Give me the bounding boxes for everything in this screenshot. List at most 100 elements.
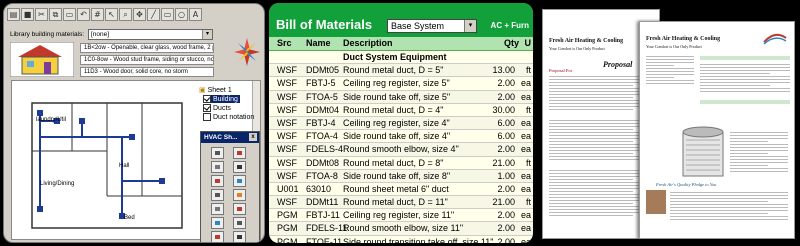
text-line [700,70,790,71]
label-tool-icon[interactable] [233,231,246,242]
paste-icon[interactable]: ▭ [63,8,76,21]
text-line [730,159,788,160]
cell-unit: ea [520,144,531,155]
text-line [730,141,768,142]
table-section-row[interactable]: Duct System Equipment [269,51,533,65]
table-row[interactable]: WSF DDMt08 Round metal duct, D = 8" 21.00 ft [269,156,533,170]
text-line [549,76,653,77]
zoom-icon[interactable]: ⌕ [119,8,132,21]
table-row[interactable]: WSF FTOA-5 Side round take off, size 5" 2.0… [269,91,533,104]
tree-item-ducts[interactable]: Ducts [203,104,231,112]
text-icon[interactable]: A [189,8,202,21]
table-row[interactable]: WSF FBTJ-5 Ceiling reg register, size 5" 2.… [269,77,533,91]
vent-tool-icon[interactable] [211,175,224,187]
system-select[interactable]: Base System ▾ [387,19,477,33]
cut-icon[interactable]: ✂ [35,8,48,21]
cell-qty: 6.00 [497,117,515,128]
text-line [700,85,770,86]
table-row[interactable]: WSF FBTJ-4 Ceiling reg register, size 4" 6.… [269,117,533,131]
text-line [730,156,788,157]
text-line [700,79,790,80]
text-line [549,150,653,151]
cell-name: DDMt04 [306,104,340,115]
folder-icon[interactable]: ▤ [7,8,20,21]
text-line [646,68,694,69]
register-tool-icon[interactable] [233,147,246,159]
system-select-value: Base System [391,21,445,31]
cad-toolbar: ▤ ■ ✂ ⧉ ▭ ↶ # ↖ ⌕ ✥ ╱ ▭ ○ A [7,8,263,24]
select-icon[interactable]: ↖ [105,8,118,21]
cell-description: Ceiling reg register, size 11" [343,210,455,221]
boot-tool-icon[interactable] [211,189,224,201]
chevron-down-icon: ▾ [202,30,212,39]
damper-tool-icon[interactable] [233,189,246,201]
cell-src: PGM [277,236,298,243]
table-row[interactable]: PGM FDELS-11 Round smooth elbow, size 11" 2… [269,222,533,236]
text-line [730,168,788,169]
fan-tool-icon[interactable] [211,203,224,215]
text-line [730,150,788,151]
table-row[interactable]: WSF DDMt05 Round metal duct, D = 5" 13.00 ft [269,64,533,78]
text-line [646,83,694,84]
text-line [549,179,633,180]
undo-icon[interactable]: ↶ [77,8,90,21]
table-row[interactable]: WSF FTOA-4 Side round take off, size 4" 6.0… [269,130,533,144]
furnace-tool-icon[interactable] [233,161,246,173]
bom-title: Bill of Materials [276,17,373,32]
company-name: Fresh Air Heating & Cooling [646,36,721,42]
checkbox[interactable] [203,104,211,112]
library-item[interactable]: 1B<2ow - Openable, clear glass, wood fra… [80,43,214,53]
checkbox[interactable] [203,113,211,121]
library-combo[interactable]: [none] ▾ [88,29,213,40]
cell-src: PGM [277,210,298,221]
cell-description: Side round take off, size 4" [343,131,451,142]
coil-tool-icon[interactable] [233,203,246,215]
column-header-description[interactable]: Description [343,38,393,48]
checkbox[interactable] [203,95,211,103]
elbow-tool-icon[interactable] [211,161,224,173]
table-row[interactable]: PGM FTOE-11 Side round transition take off… [269,235,533,243]
close-icon[interactable]: x [249,133,257,141]
cell-name: FBTJ-5 [306,78,336,89]
table-row[interactable]: WSF FDELS-4 Round smooth elbow, size 4" 2.0… [269,143,533,157]
tree-item-building[interactable]: Building [203,95,240,103]
flex-tool-icon[interactable] [211,231,224,242]
proposal-page-2: Fresh Air Heating & Cooling Your Comfort… [639,21,795,239]
library-item[interactable]: 11D3 - Wood door, solid core, no storm [80,67,214,77]
line-icon[interactable]: ╱ [147,8,160,21]
table-row[interactable]: PGM FBTJ-11 Ceiling reg register, size 11"… [269,209,533,223]
table-row[interactable]: WSF DDMt11 Round metal duct, D = 11" 21.00 f… [269,196,533,210]
table-row[interactable]: U001 63010 Round sheet metal 6" duct 2.00 ea [269,182,533,197]
tree-root[interactable]: ▣ Sheet 1 [199,86,232,94]
column-header-qty[interactable]: Qty [504,38,519,48]
cell-name: FBTJ-11 [306,210,340,221]
cap-tool-icon[interactable] [233,217,246,229]
grille-tool-icon[interactable] [233,175,246,187]
text-line [670,201,768,202]
cell-unit: ft [525,157,531,168]
save-icon[interactable]: ■ [21,8,34,21]
text-line [549,212,653,213]
table-row[interactable]: WSF DDMt04 Round metal duct, D = 4" 30.00 ft [269,103,533,117]
column-header-src[interactable]: Src [277,38,292,48]
circle-icon[interactable]: ○ [175,8,188,21]
tee-tool-icon[interactable] [211,217,224,229]
rect-icon[interactable]: ▭ [161,8,174,21]
ac-unit-image [682,126,724,177]
text-line [730,135,788,136]
cell-qty: 21.00 [492,157,515,168]
text-line [549,147,653,148]
pan-icon[interactable]: ✥ [133,8,146,21]
column-header-unit[interactable]: U [525,38,532,48]
library-item[interactable]: 1C0-8ow - Wood stud frame, siding or stu… [80,55,214,65]
grid-icon[interactable]: # [91,8,104,21]
text-line [549,141,633,142]
column-header-name[interactable]: Name [306,38,331,48]
cell-name: FTOA-5 [306,91,338,102]
cad-window: ▤ ■ ✂ ⧉ ▭ ↶ # ↖ ⌕ ✥ ╱ ▭ ○ A Library building material… [3,3,265,243]
copy-icon[interactable]: ⧉ [49,8,62,21]
cell-qty: 30.00 [492,104,515,115]
duct-tool-icon[interactable] [211,147,224,159]
table-row[interactable]: WSF FTOA-8 Side round take off, size 8" 1.0… [269,170,533,183]
tree-item-duct-notation[interactable]: Duct notation [203,113,254,121]
